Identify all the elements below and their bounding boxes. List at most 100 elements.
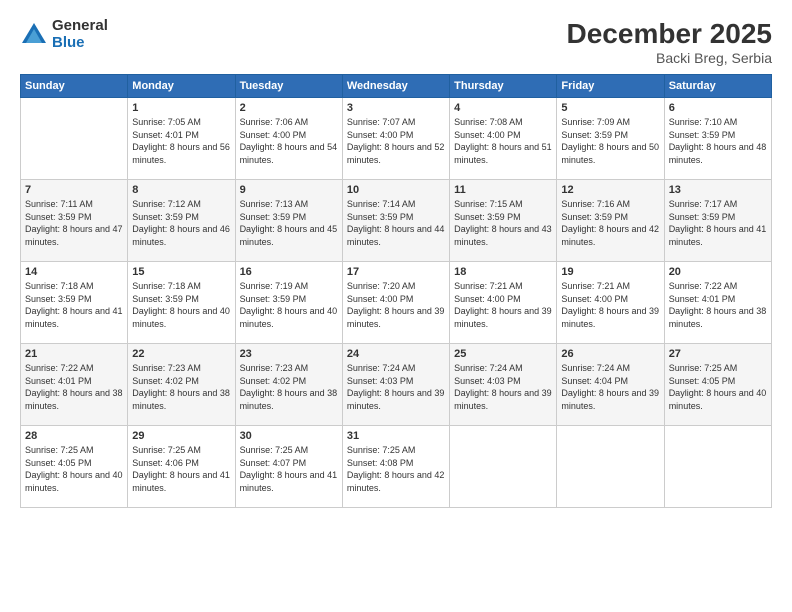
cell-details: Sunrise: 7:21 AMSunset: 4:00 PMDaylight:… (454, 280, 552, 330)
cell-details: Sunrise: 7:25 AMSunset: 4:07 PMDaylight:… (240, 444, 338, 494)
cell-details: Sunrise: 7:24 AMSunset: 4:04 PMDaylight:… (561, 362, 659, 412)
day-number: 13 (669, 184, 767, 196)
calendar-cell: 10 Sunrise: 7:14 AMSunset: 3:59 PMDayligh… (342, 180, 449, 262)
logo-general: General (52, 18, 108, 35)
day-number: 19 (561, 266, 659, 278)
day-number: 5 (561, 102, 659, 114)
col-header-thursday: Thursday (450, 75, 557, 98)
calendar-cell: 30Sunrise: 7:25 AMSunset: 4:07 PMDayligh… (235, 426, 342, 508)
calendar-cell: 21Sunrise: 7:22 AMSunset: 4:01 PMDayligh… (21, 344, 128, 426)
day-number: 15 (132, 266, 230, 278)
day-number: 29 (132, 430, 230, 442)
cell-details: Sunrise: 7:14 AMSunset: 3:59 PMDaylight:… (347, 198, 445, 248)
calendar-cell: 28Sunrise: 7:25 AMSunset: 4:05 PMDayligh… (21, 426, 128, 508)
calendar-week-row: 7Sunrise: 7:11 AMSunset: 3:59 PMDaylight… (21, 180, 772, 262)
location: Backi Breg, Serbia (567, 50, 772, 66)
cell-details: Sunrise: 7:08 AMSunset: 4:00 PMDaylight:… (454, 116, 552, 166)
calendar-cell: 12 Sunrise: 7:16 AMSunset: 3:59 PMDayligh… (557, 180, 664, 262)
cell-details: Sunrise: 7:21 AMSunset: 4:00 PMDaylight:… (561, 280, 659, 330)
cell-details: Sunrise: 7:05 AMSunset: 4:01 PMDaylight:… (132, 116, 230, 166)
calendar-cell (664, 426, 771, 508)
cell-details: Sunrise: 7:23 AMSunset: 4:02 PMDaylight:… (132, 362, 230, 412)
day-number: 23 (240, 348, 338, 360)
day-number: 24 (347, 348, 445, 360)
day-number: 8 (132, 184, 230, 196)
calendar-week-row: 21Sunrise: 7:22 AMSunset: 4:01 PMDayligh… (21, 344, 772, 426)
day-number: 21 (25, 348, 123, 360)
day-number: 17 (347, 266, 445, 278)
day-number: 12 (561, 184, 659, 196)
col-header-wednesday: Wednesday (342, 75, 449, 98)
cell-details: Sunrise: 7:09 AMSunset: 3:59 PMDaylight:… (561, 116, 659, 166)
calendar-cell: 25 Sunrise: 7:24 AMSunset: 4:03 PMDayligh… (450, 344, 557, 426)
cell-details: Sunrise: 7:16 AMSunset: 3:59 PMDaylight:… (561, 198, 659, 248)
col-header-sunday: Sunday (21, 75, 128, 98)
day-number: 25 (454, 348, 552, 360)
cell-details: Sunrise: 7:22 AMSunset: 4:01 PMDaylight:… (669, 280, 767, 330)
logo-icon (20, 21, 48, 49)
calendar-cell: 23 Sunrise: 7:23 AMSunset: 4:02 PMDayligh… (235, 344, 342, 426)
day-number: 16 (240, 266, 338, 278)
calendar-cell: 20 Sunrise: 7:22 AMSunset: 4:01 PMDayligh… (664, 262, 771, 344)
cell-details: Sunrise: 7:12 AMSunset: 3:59 PMDaylight:… (132, 198, 230, 248)
cell-details: Sunrise: 7:18 AMSunset: 3:59 PMDaylight:… (132, 280, 230, 330)
calendar-cell: 4 Sunrise: 7:08 AMSunset: 4:00 PMDaylight… (450, 98, 557, 180)
calendar-week-row: 1Sunrise: 7:05 AMSunset: 4:01 PMDaylight… (21, 98, 772, 180)
cell-details: Sunrise: 7:13 AMSunset: 3:59 PMDaylight:… (240, 198, 338, 248)
day-number: 3 (347, 102, 445, 114)
calendar-cell: 31Sunrise: 7:25 AMSunset: 4:08 PMDayligh… (342, 426, 449, 508)
cell-details: Sunrise: 7:25 AMSunset: 4:08 PMDaylight:… (347, 444, 445, 494)
cell-details: Sunrise: 7:10 AMSunset: 3:59 PMDaylight:… (669, 116, 767, 166)
cell-details: Sunrise: 7:25 AMSunset: 4:05 PMDaylight:… (25, 444, 123, 494)
cell-details: Sunrise: 7:17 AMSunset: 3:59 PMDaylight:… (669, 198, 767, 248)
calendar-cell (557, 426, 664, 508)
day-number: 10 (347, 184, 445, 196)
day-number: 14 (25, 266, 123, 278)
col-header-monday: Monday (128, 75, 235, 98)
cell-details: Sunrise: 7:25 AMSunset: 4:06 PMDaylight:… (132, 444, 230, 494)
col-header-saturday: Saturday (664, 75, 771, 98)
cell-details: Sunrise: 7:15 AMSunset: 3:59 PMDaylight:… (454, 198, 552, 248)
day-number: 22 (132, 348, 230, 360)
day-number: 27 (669, 348, 767, 360)
page: General Blue December 2025 Backi Breg, S… (0, 0, 792, 612)
calendar-cell: 1Sunrise: 7:05 AMSunset: 4:01 PMDaylight… (128, 98, 235, 180)
calendar-cell: 7Sunrise: 7:11 AMSunset: 3:59 PMDaylight… (21, 180, 128, 262)
day-number: 9 (240, 184, 338, 196)
day-number: 6 (669, 102, 767, 114)
cell-details: Sunrise: 7:24 AMSunset: 4:03 PMDaylight:… (454, 362, 552, 412)
day-number: 26 (561, 348, 659, 360)
title-block: December 2025 Backi Breg, Serbia (567, 18, 772, 66)
calendar-cell: 29 Sunrise: 7:25 AMSunset: 4:06 PMDayligh… (128, 426, 235, 508)
day-number: 4 (454, 102, 552, 114)
day-number: 20 (669, 266, 767, 278)
calendar-cell: 2 Sunrise: 7:06 AMSunset: 4:00 PMDaylight… (235, 98, 342, 180)
day-number: 2 (240, 102, 338, 114)
logo-text: General Blue (52, 18, 108, 51)
cell-details: Sunrise: 7:23 AMSunset: 4:02 PMDaylight:… (240, 362, 338, 412)
calendar-cell: 3 Sunrise: 7:07 AMSunset: 4:00 PMDaylight… (342, 98, 449, 180)
calendar-cell: 15 Sunrise: 7:18 AMSunset: 3:59 PMDayligh… (128, 262, 235, 344)
calendar-cell: 9 Sunrise: 7:13 AMSunset: 3:59 PMDaylight… (235, 180, 342, 262)
cell-details: Sunrise: 7:07 AMSunset: 4:00 PMDaylight:… (347, 116, 445, 166)
col-header-friday: Friday (557, 75, 664, 98)
calendar-table: SundayMondayTuesdayWednesdayThursdayFrid… (20, 74, 772, 508)
calendar-cell: 26 Sunrise: 7:24 AMSunset: 4:04 PMDayligh… (557, 344, 664, 426)
header: General Blue December 2025 Backi Breg, S… (20, 18, 772, 66)
calendar-cell: 5 Sunrise: 7:09 AMSunset: 3:59 PMDaylight… (557, 98, 664, 180)
cell-details: Sunrise: 7:20 AMSunset: 4:00 PMDaylight:… (347, 280, 445, 330)
month-title: December 2025 (567, 18, 772, 50)
calendar-cell: 24Sunrise: 7:24 AMSunset: 4:03 PMDayligh… (342, 344, 449, 426)
calendar-cell: 13 Sunrise: 7:17 AMSunset: 3:59 PMDayligh… (664, 180, 771, 262)
day-number: 18 (454, 266, 552, 278)
logo: General Blue (20, 18, 108, 51)
calendar-cell: 11 Sunrise: 7:15 AMSunset: 3:59 PMDayligh… (450, 180, 557, 262)
calendar-week-row: 28Sunrise: 7:25 AMSunset: 4:05 PMDayligh… (21, 426, 772, 508)
calendar-header-row: SundayMondayTuesdayWednesdayThursdayFrid… (21, 75, 772, 98)
cell-details: Sunrise: 7:06 AMSunset: 4:00 PMDaylight:… (240, 116, 338, 166)
cell-details: Sunrise: 7:11 AMSunset: 3:59 PMDaylight:… (25, 198, 123, 248)
calendar-cell: 6 Sunrise: 7:10 AMSunset: 3:59 PMDaylight… (664, 98, 771, 180)
day-number: 11 (454, 184, 552, 196)
calendar-cell: 17 Sunrise: 7:20 AMSunset: 4:00 PMDayligh… (342, 262, 449, 344)
calendar-cell: 16Sunrise: 7:19 AMSunset: 3:59 PMDayligh… (235, 262, 342, 344)
